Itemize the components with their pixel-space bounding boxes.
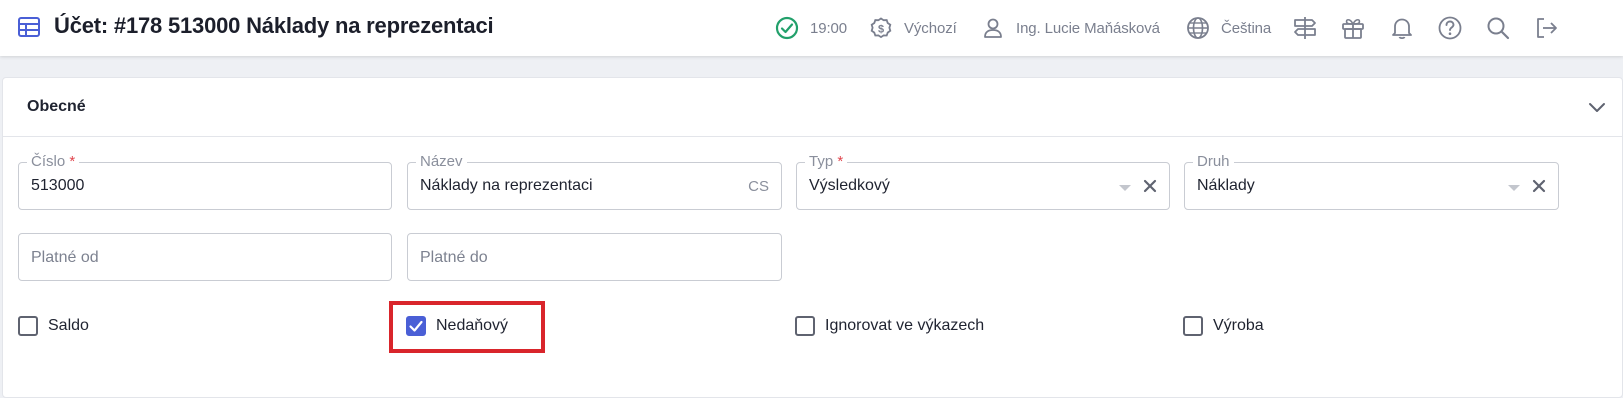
- dropdown-caret-icon[interactable]: [1508, 185, 1520, 191]
- search-icon: [1487, 17, 1510, 40]
- cislo-value: 513000: [31, 177, 85, 194]
- language-code[interactable]: CS: [748, 178, 769, 195]
- table-icon: [18, 17, 40, 37]
- time-status[interactable]: 19:00: [774, 14, 847, 42]
- globe-icon: [1187, 17, 1209, 39]
- ignorovat-checkbox[interactable]: Ignorovat ve výkazech: [795, 314, 984, 338]
- gift-button[interactable]: [1340, 14, 1366, 42]
- typ-select[interactable]: Typ * Výsledkový: [796, 153, 1170, 210]
- check-circle-icon: [775, 16, 799, 40]
- typ-value: Výsledkový: [809, 177, 890, 194]
- signpost-icon: [1294, 17, 1316, 39]
- language-menu[interactable]: Čeština: [1185, 14, 1271, 42]
- typ-label: Typ *: [805, 153, 848, 170]
- nazev-label: Název: [416, 153, 467, 170]
- user-name: Ing. Lucie Maňásková: [1016, 19, 1160, 37]
- logout-icon: [1537, 18, 1557, 38]
- help-button[interactable]: [1437, 14, 1463, 42]
- highlight-box: [389, 301, 545, 353]
- svg-text:$: $: [878, 24, 884, 36]
- gift-icon: [1342, 18, 1364, 39]
- platne-od-placeholder: Platné od: [31, 249, 99, 266]
- clear-icon[interactable]: [1139, 175, 1161, 197]
- bell-icon: [1392, 18, 1412, 40]
- druh-label: Druh: [1193, 153, 1234, 170]
- platne-od-field[interactable]: Platné od: [18, 233, 392, 281]
- checkbox-unchecked-icon[interactable]: [795, 316, 815, 336]
- currency-profile-label: Výchozí: [904, 19, 957, 37]
- nazev-value: Náklady na reprezentaci: [420, 177, 593, 194]
- ignorovat-label: Ignorovat ve výkazech: [825, 317, 985, 334]
- platne-do-placeholder: Platné do: [420, 249, 488, 266]
- help-icon: [1438, 16, 1462, 40]
- currency-profile-menu[interactable]: $ Výchozí: [868, 14, 957, 42]
- time-label: 19:00: [810, 19, 848, 37]
- checkbox-unchecked-icon[interactable]: [18, 316, 38, 336]
- saldo-checkbox[interactable]: Saldo: [18, 314, 89, 338]
- section-header[interactable]: Obecné: [3, 78, 1622, 137]
- language-label: Čeština: [1221, 19, 1272, 37]
- clear-icon[interactable]: [1528, 175, 1550, 197]
- druh-select[interactable]: Druh Náklady: [1184, 153, 1559, 210]
- dollar-circle-icon: $: [870, 17, 892, 39]
- notifications-button[interactable]: [1389, 14, 1415, 42]
- signpost-button[interactable]: [1292, 14, 1318, 42]
- cislo-field[interactable]: Číslo * 513000: [18, 153, 392, 210]
- platne-do-field[interactable]: Platné do: [407, 233, 782, 281]
- top-bar: Účet: #178 513000 Náklady na reprezentac…: [0, 0, 1623, 56]
- vyroba-label: Výroba: [1213, 317, 1264, 334]
- saldo-label: Saldo: [48, 317, 89, 334]
- chevron-down-icon[interactable]: [1586, 96, 1608, 118]
- logout-button[interactable]: [1533, 14, 1559, 42]
- vyroba-checkbox[interactable]: Výroba: [1183, 314, 1264, 338]
- page-title: Účet: #178 513000 Náklady na reprezentac…: [54, 13, 494, 38]
- section-title: Obecné: [27, 98, 86, 115]
- nazev-field[interactable]: Název Náklady na reprezentaci CS: [407, 153, 782, 210]
- user-menu[interactable]: Ing. Lucie Maňásková: [980, 14, 1160, 42]
- dropdown-caret-icon[interactable]: [1119, 185, 1131, 191]
- cislo-label: Číslo *: [27, 153, 80, 170]
- search-button[interactable]: [1485, 14, 1511, 42]
- user-icon: [984, 18, 1002, 38]
- checkbox-unchecked-icon[interactable]: [1183, 316, 1203, 336]
- druh-value: Náklady: [1197, 177, 1255, 194]
